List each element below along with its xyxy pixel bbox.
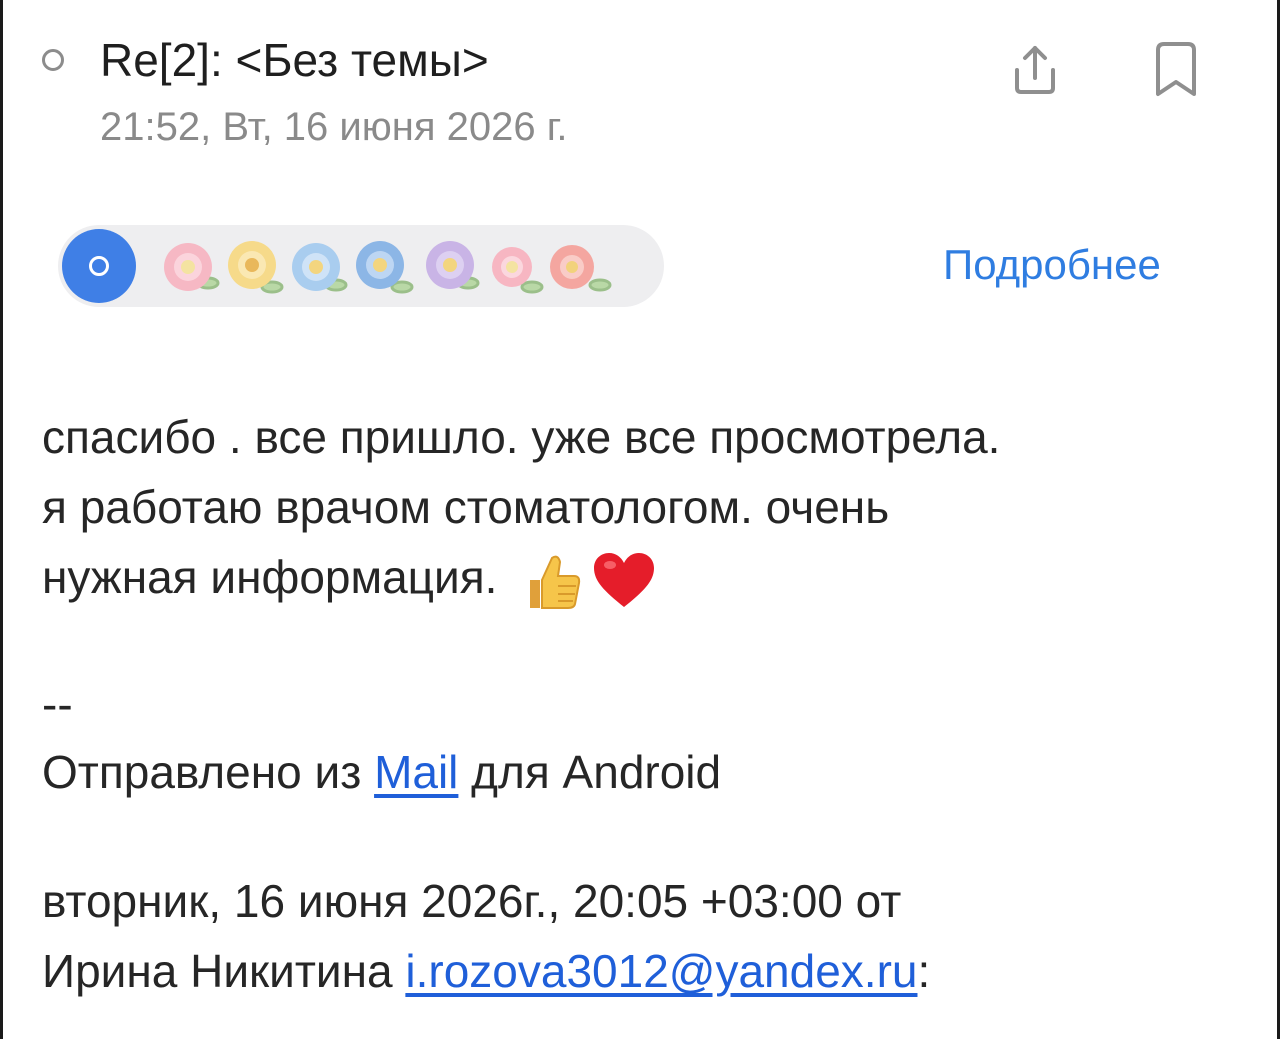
quote-date-line: вторник, 16 июня 2026г., 20:05 +03:00 от	[42, 875, 902, 927]
message-body: спасибо . все пришло. уже все просмотрел…	[42, 402, 1242, 612]
message-date: 21:52, Вт, 16 июня 2026 г.	[100, 105, 568, 149]
details-link[interactable]: Подробнее	[943, 236, 1161, 294]
sender-chip[interactable]	[58, 225, 664, 307]
share-icon	[1015, 46, 1055, 94]
share-button[interactable]	[1005, 40, 1065, 100]
bookmark-icon	[1156, 42, 1196, 96]
flower-pink-2	[492, 247, 532, 287]
quote-sender-line: Ирина Никитина i.rozova3012@yandex.ru:	[42, 936, 1242, 1006]
signature-suffix: для Android	[458, 746, 722, 798]
body-line: нужная информация.	[42, 542, 1242, 612]
heart-icon	[594, 552, 655, 607]
avatar	[62, 229, 136, 303]
sender-name-flowers	[154, 227, 654, 305]
avatar-icon	[89, 256, 109, 276]
quote-sender-name: Ирина Никитина	[42, 945, 406, 997]
flower-blue-2	[356, 241, 404, 289]
bookmark-button[interactable]	[1148, 40, 1204, 100]
signature-prefix: Отправлено из	[42, 746, 375, 798]
flower-blue	[292, 243, 340, 291]
quote-header: вторник, 16 июня 2026г., 20:05 +03:00 от…	[42, 866, 1242, 1006]
message-subject: Re[2]: <Без темы>	[100, 34, 489, 86]
mail-app-link[interactable]: Mail	[374, 746, 458, 798]
flower-pink	[164, 243, 212, 291]
flower-yellow	[228, 241, 276, 289]
flower-purple	[426, 241, 474, 289]
sender-email-link[interactable]: i.rozova3012@yandex.ru	[405, 945, 917, 997]
thumbs-up-icon	[530, 555, 581, 609]
quote-colon: :	[917, 945, 931, 997]
flower-salmon	[550, 245, 594, 289]
body-line: я работаю врачом стоматологом. очень	[42, 481, 890, 533]
signature-separator: --	[42, 678, 73, 730]
body-line: спасибо . все пришло. уже все просмотрел…	[42, 411, 1001, 463]
unread-indicator-icon[interactable]	[42, 49, 64, 71]
emoji-row	[522, 550, 656, 612]
body-line-text: нужная информация.	[42, 551, 498, 603]
signature: Отправлено из Mail для Android	[42, 742, 721, 802]
